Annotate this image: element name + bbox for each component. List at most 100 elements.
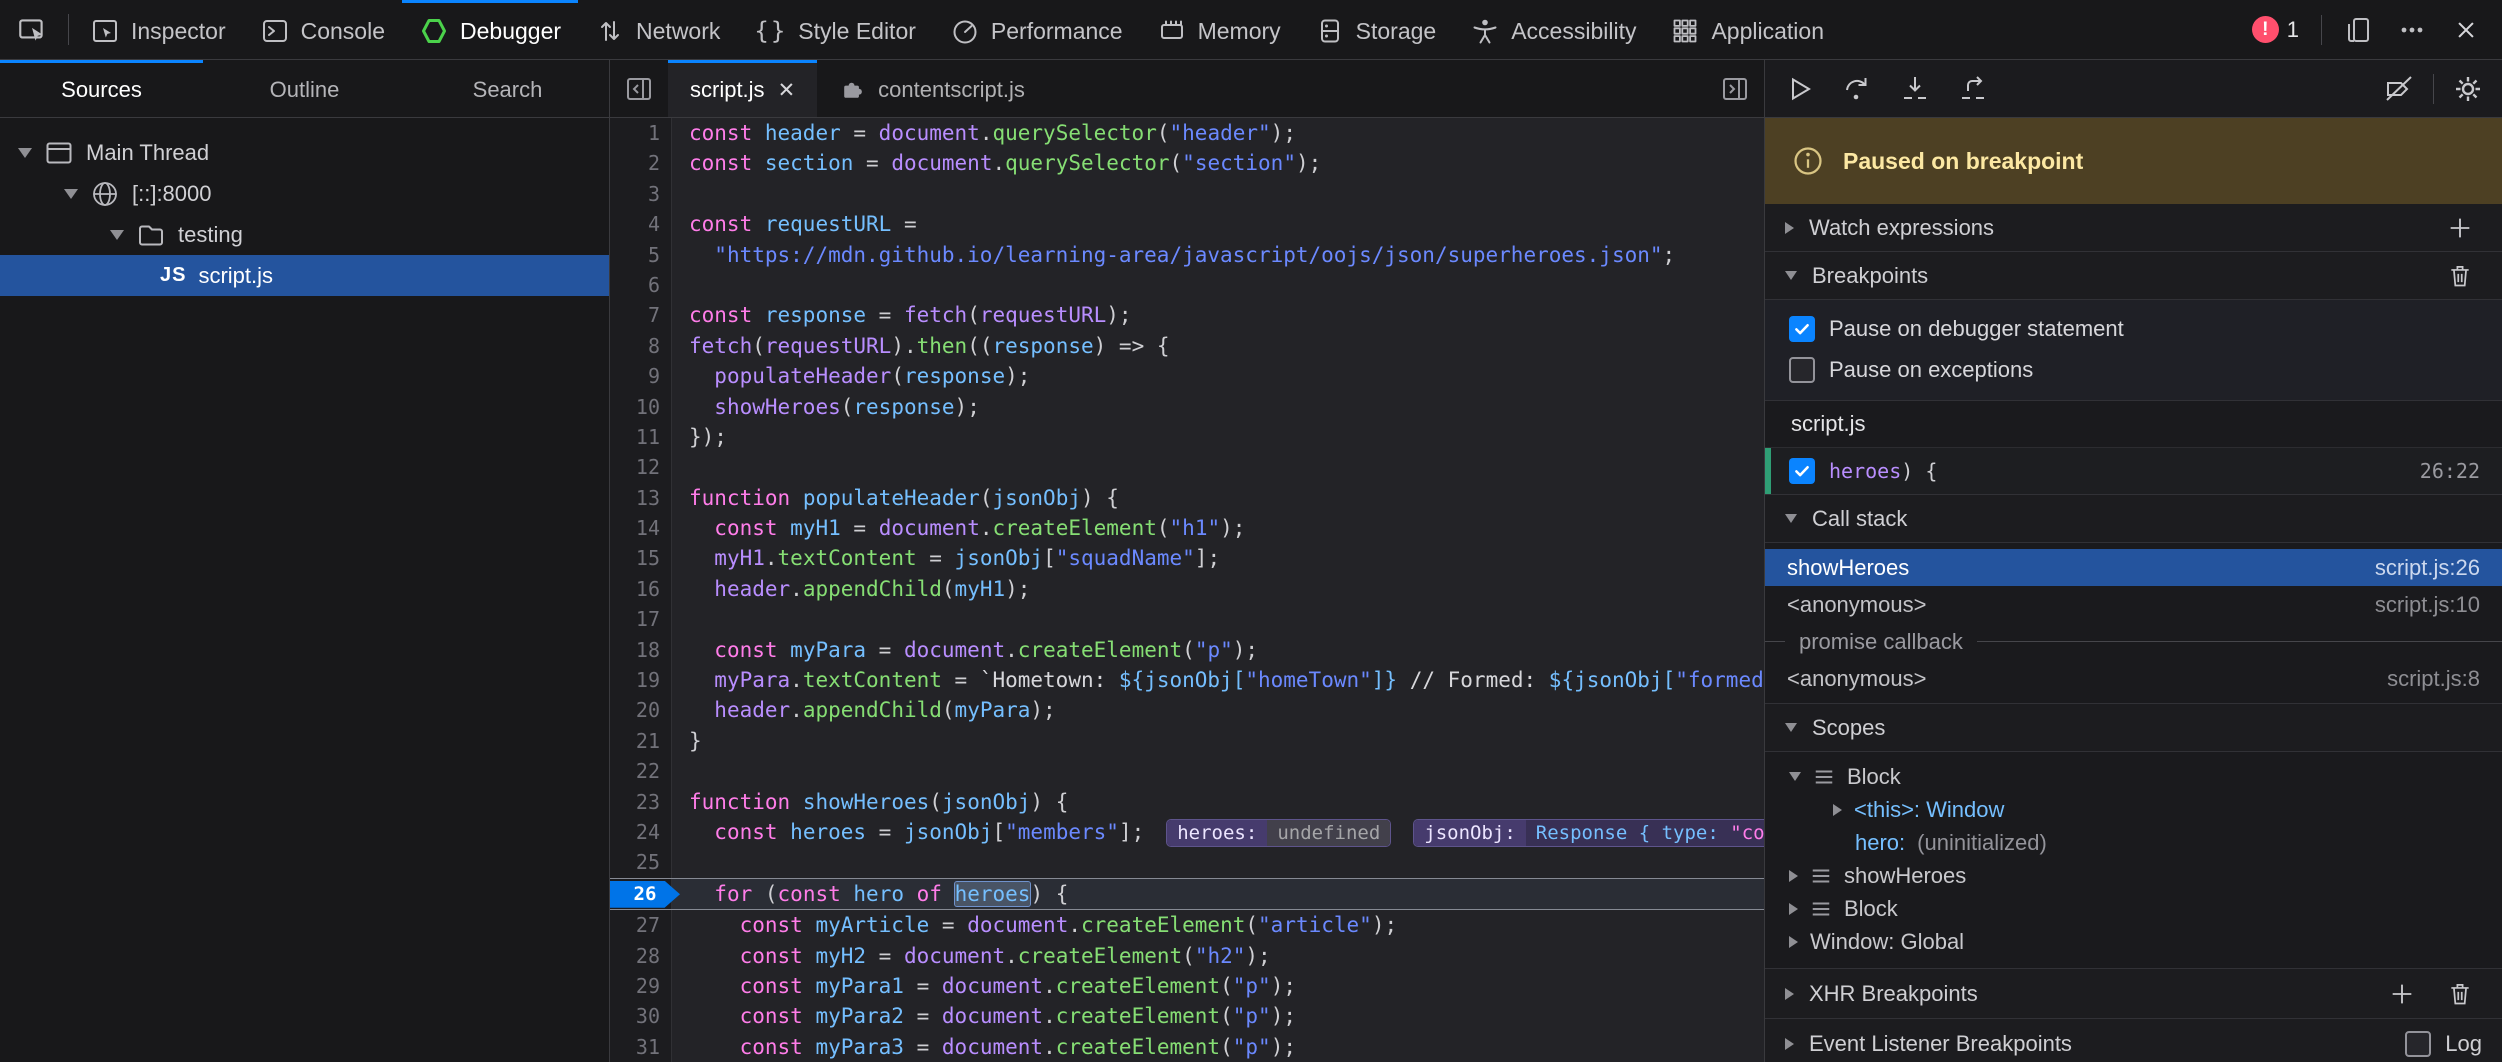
add-xhr-breakpoint-button[interactable] [2380, 972, 2424, 1016]
code-line-text[interactable] [672, 179, 1764, 209]
line-number-gutter[interactable]: 28 [610, 941, 672, 971]
console-error-badge[interactable]: ! 1 [2244, 16, 2307, 43]
line-number-gutter[interactable]: 26 [610, 879, 672, 909]
code-line-text[interactable]: const myArticle = document.createElement… [672, 910, 1764, 940]
chevron-right-icon[interactable] [1789, 936, 1798, 948]
tree-item-script-js[interactable]: JSscript.js [0, 255, 609, 296]
scope-row[interactable]: Block [1765, 760, 2502, 793]
unchecked-checkbox[interactable] [1789, 357, 1815, 383]
expand-panel-button[interactable] [1706, 60, 1764, 117]
step-in-button[interactable] [1893, 67, 1937, 111]
code-line-text[interactable]: myH1.textContent = jsonObj["squadName"]; [672, 543, 1764, 573]
line-number-gutter[interactable]: 31 [610, 1032, 672, 1062]
line-number-gutter[interactable]: 18 [610, 635, 672, 665]
meatball-menu-button[interactable] [2390, 8, 2434, 52]
call-stack-frame[interactable]: <anonymous>script.js:10 [1765, 586, 2502, 623]
sidebar-tab-sources[interactable]: Sources [0, 60, 203, 117]
close-tab-icon[interactable]: ✕ [778, 78, 796, 103]
inline-variable-preview[interactable]: heroes:undefined [1166, 819, 1391, 847]
line-number-gutter[interactable]: 17 [610, 604, 672, 634]
toolbar-tab-accessibility[interactable]: Accessibility [1453, 0, 1653, 59]
line-number-gutter[interactable]: 20 [610, 695, 672, 725]
toolbar-tab-style-editor[interactable]: {}Style Editor [737, 0, 933, 59]
code-line-text[interactable]: const requestURL = [672, 209, 1764, 239]
code-line-text[interactable]: myPara.textContent = `Hometown: ${jsonOb… [672, 665, 1764, 695]
code-line-text[interactable]: const myPara1 = document.createElement("… [672, 971, 1764, 1001]
call-stack-header[interactable]: Call stack [1765, 495, 2502, 543]
collapse-sources-pane-button[interactable] [610, 60, 668, 117]
line-number-gutter[interactable]: 13 [610, 483, 672, 513]
step-over-button[interactable] [1835, 67, 1879, 111]
close-devtools-button[interactable] [2444, 8, 2488, 52]
xhr-breakpoints-header[interactable]: XHR Breakpoints [1765, 969, 2502, 1019]
line-number-gutter[interactable]: 30 [610, 1001, 672, 1031]
line-number-gutter[interactable]: 27 [610, 910, 672, 940]
code-line-text[interactable]: const myPara2 = document.createElement("… [672, 1001, 1764, 1031]
toolbar-tab-network[interactable]: Network [578, 0, 737, 59]
line-number-gutter[interactable]: 21 [610, 726, 672, 756]
call-stack-frame[interactable]: <anonymous>script.js:8 [1765, 660, 2502, 697]
code-line-text[interactable]: "https://mdn.github.io/learning-area/jav… [672, 240, 1764, 270]
toolbar-tab-debugger[interactable]: Debugger [402, 0, 578, 59]
code-line-text[interactable]: const myPara3 = document.createElement("… [672, 1032, 1764, 1062]
line-number-gutter[interactable]: 5 [610, 240, 672, 270]
line-number-gutter[interactable]: 29 [610, 971, 672, 1001]
line-number-gutter[interactable]: 11 [610, 422, 672, 452]
code-line-text[interactable] [672, 756, 1764, 786]
code-line-text[interactable]: const heroes = jsonObj["members"];heroes… [672, 817, 1764, 847]
breakpoint-entry[interactable]: heroes) { 26:22 [1765, 447, 2502, 495]
code-line-text[interactable]: populateHeader(response); [672, 361, 1764, 391]
resume-button[interactable] [1777, 67, 1821, 111]
tab-script-js[interactable]: script.js ✕ [668, 60, 817, 117]
chevron-down-icon[interactable] [1789, 772, 1801, 781]
line-number-gutter[interactable]: 7 [610, 300, 672, 330]
toolbar-tab-memory[interactable]: Memory [1140, 0, 1298, 59]
call-stack-frame[interactable]: showHeroesscript.js:26 [1765, 549, 2502, 586]
line-number-gutter[interactable]: 8 [610, 331, 672, 361]
code-line-text[interactable]: header.appendChild(myPara); [672, 695, 1764, 725]
code-line-text[interactable]: for (const hero of heroes) { [672, 879, 1764, 909]
line-number-gutter[interactable]: 14 [610, 513, 672, 543]
line-number-gutter[interactable]: 3 [610, 179, 672, 209]
checked-checkbox[interactable] [1789, 316, 1815, 342]
code-editor-area[interactable]: 1const header = document.querySelector("… [610, 118, 1764, 1062]
line-number-gutter[interactable]: 23 [610, 787, 672, 817]
scope-row[interactable]: showHeroes [1765, 859, 2502, 892]
chevron-right-icon[interactable] [1833, 804, 1842, 816]
expander-arrow[interactable] [64, 189, 78, 199]
line-number-gutter[interactable]: 15 [610, 543, 672, 573]
responsive-design-mode-button[interactable] [2336, 8, 2380, 52]
remove-all-breakpoints-button[interactable] [2438, 254, 2482, 298]
inline-variable-preview[interactable]: jsonObj:Response { type: "cor [1413, 819, 1764, 847]
code-line-text[interactable] [672, 604, 1764, 634]
line-number-gutter[interactable]: 2 [610, 148, 672, 178]
code-line-text[interactable] [672, 270, 1764, 300]
tree-item-testing[interactable]: testing [0, 214, 609, 255]
expander-arrow[interactable] [110, 230, 124, 240]
toolbar-tab-storage[interactable]: Storage [1298, 0, 1454, 59]
code-line-text[interactable]: fetch(requestURL).then((response) => { [672, 331, 1764, 361]
breakpoint-checkbox[interactable] [1789, 458, 1815, 484]
scopes-header[interactable]: Scopes [1765, 704, 2502, 752]
debugger-settings-button[interactable] [2446, 67, 2490, 111]
log-events-checkbox[interactable] [2405, 1031, 2431, 1057]
line-number-gutter[interactable]: 24 [610, 817, 672, 847]
breakpoints-header[interactable]: Breakpoints [1765, 252, 2502, 300]
code-line-text[interactable] [672, 847, 1764, 877]
sidebar-tab-outline[interactable]: Outline [203, 60, 406, 117]
disable-breakpoints-button[interactable] [2377, 67, 2421, 111]
toolbar-tab-application[interactable]: Application [1653, 0, 1841, 59]
code-line-text[interactable]: }); [672, 422, 1764, 452]
code-line-text[interactable]: const header = document.querySelector("h… [672, 118, 1764, 148]
remove-xhr-breakpoints-button[interactable] [2438, 972, 2482, 1016]
toolbar-tab-console[interactable]: Console [243, 0, 402, 59]
line-number-gutter[interactable]: 4 [610, 209, 672, 239]
code-line-text[interactable]: const myH2 = document.createElement("h2"… [672, 941, 1764, 971]
code-line-text[interactable]: const myPara = document.createElement("p… [672, 635, 1764, 665]
code-line-text[interactable]: function populateHeader(jsonObj) { [672, 483, 1764, 513]
line-number-gutter[interactable]: 1 [610, 118, 672, 148]
pick-element-button[interactable] [0, 0, 64, 59]
scope-row[interactable]: Window: Global [1765, 925, 2502, 958]
code-line-text[interactable]: header.appendChild(myH1); [672, 574, 1764, 604]
code-line-text[interactable]: const section = document.querySelector("… [672, 148, 1764, 178]
